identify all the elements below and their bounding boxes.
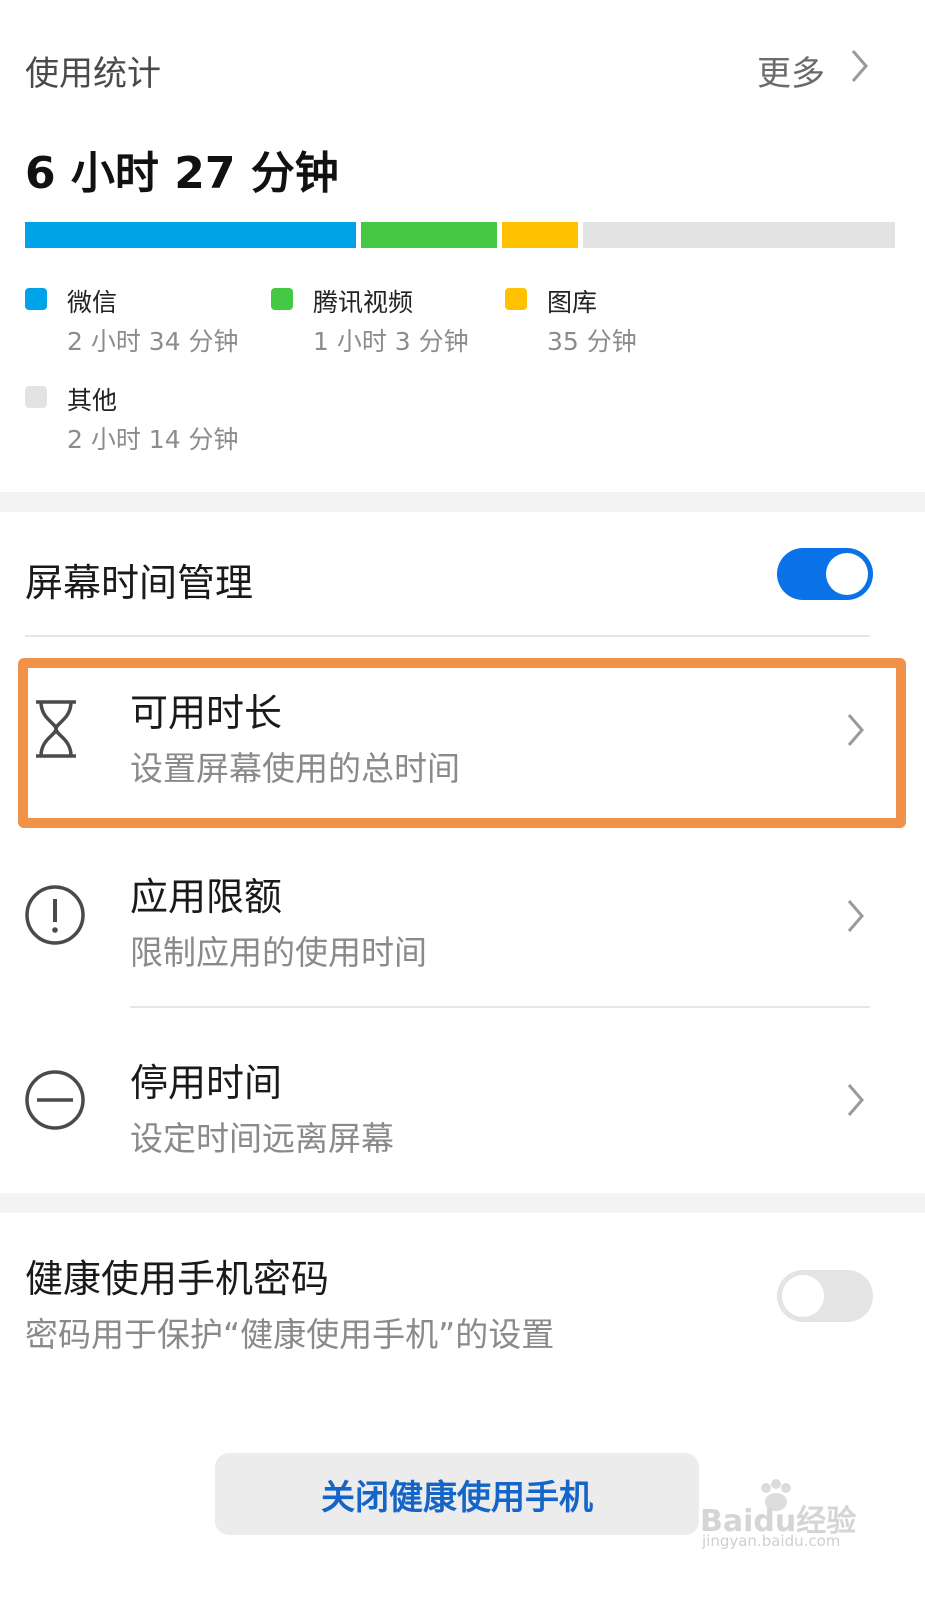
password-title: 健康使用手机密码 <box>25 1257 330 1301</box>
password-subtitle: 密码用于保护“健康使用手机”的设置 <box>25 1315 555 1354</box>
legend-name-wechat: 微信 <box>67 288 118 317</box>
toggle-knob <box>826 553 868 595</box>
chevron-right-icon <box>851 50 868 82</box>
usage-section-title: 使用统计 <box>25 54 161 94</box>
legend-dot-other <box>25 386 47 408</box>
screen-time-title: 屏幕时间管理 <box>25 561 254 605</box>
usage-bar-segment-gallery <box>502 222 578 248</box>
usage-bar-segment-other <box>583 222 895 248</box>
watermark-url: jingyan.baidu.com <box>702 1532 841 1550</box>
chevron-right-icon <box>847 900 864 932</box>
more-label: 更多 <box>757 54 825 94</box>
screen-time-toggle[interactable] <box>777 548 873 600</box>
downtime-title: 停用时间 <box>130 1061 283 1105</box>
app-limits-row[interactable]: 应用限额 限制应用的使用时间 <box>0 840 925 1006</box>
section-separator <box>0 492 925 512</box>
downtime-row[interactable]: 停用时间 设定时间远离屏幕 <box>0 1010 925 1190</box>
usage-bar-segment-wechat <box>25 222 356 248</box>
divider <box>130 1006 870 1008</box>
legend-name-other: 其他 <box>67 386 118 415</box>
password-toggle[interactable] <box>777 1270 873 1322</box>
usage-bar-segment-tencent-video <box>361 222 497 248</box>
disable-digital-balance-button[interactable]: 关闭健康使用手机 <box>215 1453 699 1535</box>
legend-dot-gallery <box>505 288 527 310</box>
legend-time-wechat: 2 小时 34 分钟 <box>67 327 239 356</box>
legend-time-other: 2 小时 14 分钟 <box>67 425 239 454</box>
app-limits-title: 应用限额 <box>130 875 283 919</box>
app-limits-subtitle: 限制应用的使用时间 <box>130 933 427 972</box>
legend-time-tencent-video: 1 小时 3 分钟 <box>313 327 469 356</box>
exclamation-circle-icon <box>25 885 85 945</box>
chevron-right-icon <box>847 1084 864 1116</box>
more-link[interactable]: 更多 <box>757 44 877 94</box>
toggle-knob <box>782 1275 824 1317</box>
section-separator <box>0 1193 925 1213</box>
legend-name-gallery: 图库 <box>547 288 598 317</box>
legend-name-tencent-video: 腾讯视频 <box>313 288 414 317</box>
highlight-box <box>18 658 906 828</box>
downtime-subtitle: 设定时间远离屏幕 <box>130 1119 394 1158</box>
legend-time-gallery: 35 分钟 <box>547 327 637 356</box>
total-usage-time: 6 小时 27 分钟 <box>25 148 339 199</box>
usage-bar <box>25 222 895 248</box>
divider <box>25 635 870 637</box>
legend-dot-tencent-video <box>271 288 293 310</box>
minus-circle-icon <box>25 1070 85 1130</box>
baidu-watermark: Baidu经验 jingyan.baidu.com <box>700 1478 880 1550</box>
legend-dot-wechat <box>25 288 47 310</box>
